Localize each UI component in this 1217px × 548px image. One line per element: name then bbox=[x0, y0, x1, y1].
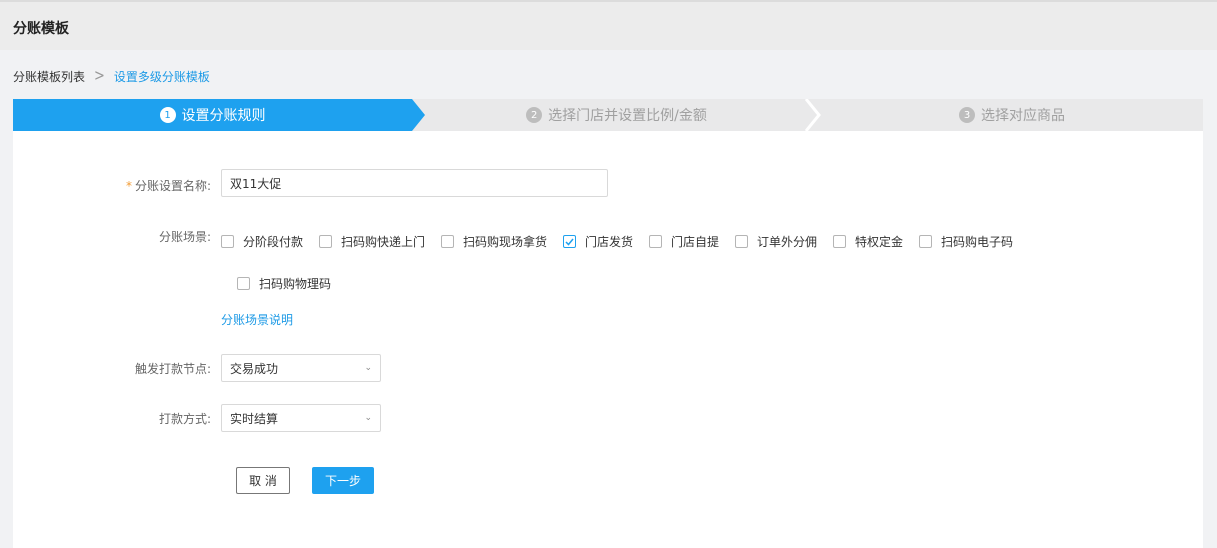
scene-checkbox[interactable]: 扫码购电子码 bbox=[919, 233, 1013, 250]
step-arrow-icon bbox=[412, 99, 425, 131]
step-label: 选择对应商品 bbox=[981, 108, 1065, 124]
scene-checkbox[interactable]: 扫码购现场拿货 bbox=[441, 233, 547, 250]
checkbox-icon bbox=[735, 235, 748, 248]
payment-label: 打款方式: bbox=[158, 412, 211, 426]
name-field-label: * 分账设置名称: bbox=[125, 179, 211, 193]
payment-method-select[interactable]: 实时结算 ⌄ bbox=[221, 404, 381, 432]
scene-help-link[interactable]: 分账场景说明 bbox=[221, 311, 293, 328]
checkbox-icon bbox=[649, 235, 662, 248]
step-3[interactable]: 3 选择对应商品 bbox=[821, 99, 1203, 131]
scene-checkbox[interactable]: 订单外分佣 bbox=[735, 233, 817, 250]
select-value: 交易成功 bbox=[230, 361, 279, 376]
breadcrumb: 分账模板列表 > 设置多级分账模板 bbox=[13, 67, 210, 85]
trigger-node-select[interactable]: 交易成功 ⌄ bbox=[221, 354, 381, 382]
template-name-input[interactable] bbox=[221, 169, 608, 197]
step-label: 选择门店并设置比例/金额 bbox=[548, 108, 707, 124]
chevron-down-icon: ⌄ bbox=[364, 363, 372, 373]
checkbox-icon bbox=[221, 235, 234, 248]
top-bar: 分账模板 bbox=[0, 0, 1217, 50]
scene-checkbox[interactable]: 扫码购物理码 bbox=[237, 275, 331, 292]
scene-checkbox[interactable]: 扫码购快递上门 bbox=[319, 233, 425, 250]
step-1[interactable]: 1 设置分账规则 bbox=[13, 99, 412, 131]
page-title: 分账模板 bbox=[13, 21, 69, 37]
breadcrumb-current: 设置多级分账模板 bbox=[113, 69, 210, 84]
required-mark: * bbox=[125, 179, 132, 193]
trigger-label: 触发打款节点: bbox=[134, 362, 211, 376]
scene-checkbox[interactable]: 门店自提 bbox=[649, 233, 719, 250]
checkbox-icon bbox=[919, 235, 932, 248]
scene-label: 分账场景: bbox=[158, 230, 211, 244]
checkbox-checked-icon bbox=[563, 235, 576, 248]
scene-checkbox[interactable]: 分阶段付款 bbox=[221, 233, 303, 250]
step-number-badge: 3 bbox=[959, 107, 975, 123]
chevron-down-icon: ⌄ bbox=[364, 413, 372, 423]
checkbox-icon bbox=[833, 235, 846, 248]
step-number-badge: 1 bbox=[159, 107, 176, 123]
scene-checkbox[interactable]: 门店发货 bbox=[563, 233, 633, 250]
step-label: 设置分账规则 bbox=[181, 108, 266, 124]
step-number-badge: 2 bbox=[526, 107, 543, 123]
checkbox-icon bbox=[237, 277, 250, 290]
scene-checkbox[interactable]: 特权定金 bbox=[833, 233, 903, 250]
checkbox-icon bbox=[441, 235, 454, 248]
chevron-right-icon: > bbox=[94, 67, 105, 85]
cancel-button[interactable]: 取 消 bbox=[236, 467, 290, 494]
step-divider-icon bbox=[805, 99, 821, 131]
step-2[interactable]: 2 选择门店并设置比例/金额 bbox=[425, 99, 808, 131]
form-panel: *分账设置名称: 分账场景: 分阶段付款 扫码购快递上门 扫码购现场拿货 门店发… bbox=[13, 131, 1203, 548]
step-progress-bar: 1 设置分账规则 2 选择门店并设置比例/金额 3 选择对应商品 bbox=[13, 99, 1203, 131]
select-value: 实时结算 bbox=[230, 411, 279, 426]
next-step-button[interactable]: 下一步 bbox=[312, 467, 374, 494]
breadcrumb-parent-link[interactable]: 分账模板列表 bbox=[13, 68, 85, 85]
checkbox-icon bbox=[319, 235, 332, 248]
